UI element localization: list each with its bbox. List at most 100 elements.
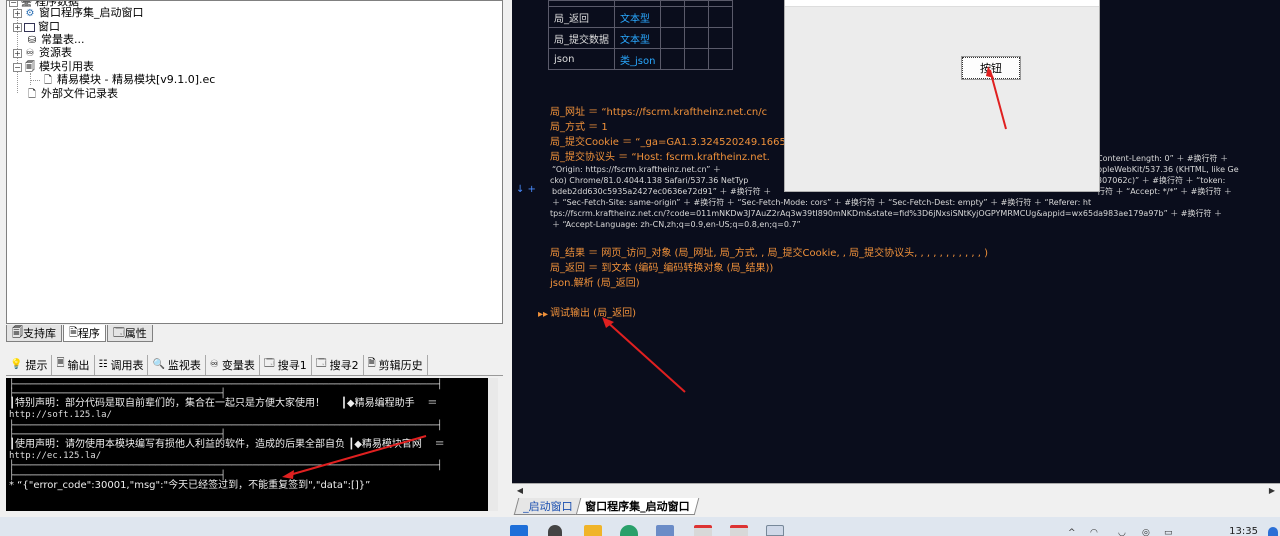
- table-row[interactable]: 局_返回 文本型: [548, 6, 734, 28]
- code-line[interactable]: 局_网址 ＝ “https://fscrm.kraftheinz.net.cn/…: [550, 107, 767, 118]
- collapse-icon[interactable]: −: [13, 62, 22, 72]
- code-line[interactable]: 局_结果 ＝ 网页_访问_对象 (局_网址, 局_方式, , 局_提交Cooki…: [550, 248, 988, 259]
- tray-volume-icon[interactable]: ◡: [1118, 528, 1126, 536]
- tab-label: 属性: [124, 327, 147, 340]
- tab-call-table[interactable]: ☷ 调用表: [95, 354, 149, 375]
- notification-icon[interactable]: [1268, 527, 1278, 536]
- tray-wifi-icon[interactable]: ◎: [1142, 528, 1150, 536]
- tab-label: 程序: [77, 327, 100, 340]
- code-line[interactable]: tps://fscrm.kraftheinz.net.cn/?code=011m…: [550, 208, 1222, 219]
- console-result: * “{"error_code":30001,"msg":"今天已经签过到，不能…: [9, 480, 371, 491]
- console-scrollbar[interactable]: [488, 378, 498, 511]
- editor-tabs: _启动窗口 窗口程序集_启动窗口: [512, 498, 1280, 516]
- button-control[interactable]: 按钮: [961, 56, 1021, 80]
- code-line[interactable]: cko) Chrome/81.0.4044.138 Safari/537.36 …: [550, 175, 748, 186]
- tab-label: 窗口程序集_启动窗口: [584, 500, 690, 513]
- external-files-icon: 🗋: [27, 88, 37, 100]
- tree-item-window-assembly[interactable]: + ⚙ 窗口程序集_启动窗口: [13, 6, 144, 20]
- tab-label: 监视表: [167, 358, 201, 372]
- table-row[interactable]: json 类_json: [548, 48, 734, 70]
- tab-output[interactable]: 🗏 输出: [52, 354, 95, 375]
- watch-icon: 🔍: [152, 359, 165, 370]
- tab-program[interactable]: 🗎 程序: [63, 325, 106, 342]
- scroll-left-icon[interactable]: ◀: [514, 485, 526, 496]
- tree-item-module-file[interactable]: 🗋 精易模块 - 精易模块[v9.1.0].ec: [42, 73, 215, 87]
- code-line[interactable]: Content-Length: 0” ＋ #换行符 ＋: [1097, 153, 1228, 164]
- ide-icon[interactable]: [766, 525, 784, 536]
- windows-start-icon[interactable]: [510, 525, 528, 536]
- library-tabs: 🗐 支持库 🗎 程序 🗔 属性: [6, 325, 154, 343]
- var-name: 局_提交数据: [548, 27, 615, 49]
- search-icon[interactable]: [548, 525, 562, 536]
- tab-label: 提示: [25, 358, 48, 372]
- tab-search2[interactable]: 🗔 搜寻2: [312, 354, 364, 375]
- tab-properties[interactable]: 🗔 属性: [106, 325, 153, 342]
- tree-item-external-files[interactable]: 🗋 外部文件记录表: [26, 87, 118, 101]
- output-console[interactable]: ├───────────────────────────────────────…: [6, 378, 498, 511]
- code-line[interactable]: ＋ “Sec-Fetch-Site: same-origin” ＋ #换行符 ＋…: [552, 197, 1091, 208]
- expand-icon[interactable]: +: [13, 8, 22, 18]
- tree-item-label: 资源表: [39, 46, 72, 59]
- code-line[interactable]: ＋ “Accept-Language: zh-CN,zh;q=0.9,en-US…: [552, 219, 801, 230]
- code-line[interactable]: 局_提交协议头 ＝ “Host: fscrm.kraftheinz.net.: [550, 152, 770, 163]
- program-tree: − 🖥 程序数据 + ⚙ 窗口程序集_启动窗口 + 窗口 ⛁ 常量表... + …: [6, 0, 503, 324]
- tab-start-window[interactable]: _启动窗口: [513, 498, 582, 515]
- tab-clip-history[interactable]: 🗎 剪辑历史: [364, 354, 428, 375]
- document-icon[interactable]: [694, 525, 712, 536]
- tab-watch[interactable]: 🔍 监视表: [148, 354, 206, 375]
- tab-label: 调用表: [110, 358, 144, 372]
- var-name: 局_返回: [548, 6, 615, 28]
- tab-hint[interactable]: 💡 提示: [6, 354, 53, 375]
- expand-icon[interactable]: +: [13, 48, 22, 58]
- code-line[interactable]: 调试输出 (局_返回): [550, 308, 636, 319]
- tab-search1[interactable]: 🗔 搜寻1: [260, 354, 312, 375]
- console-border: ├───────────────────────────────────────…: [9, 461, 443, 471]
- console-notice: ┃特别声明：部分代码是取自前辈们的，集合在一起只是方便大家使用！ ┃◆精易编程助…: [9, 398, 438, 409]
- code-line[interactable]: json.解析 (局_返回): [550, 278, 640, 289]
- var-type: 类_json: [613, 48, 662, 70]
- tab-label: 支持库: [23, 327, 56, 340]
- tree-item-constants[interactable]: ⛁ 常量表...: [26, 33, 85, 47]
- tray-battery-icon[interactable]: ▭: [1164, 528, 1173, 536]
- document-icon[interactable]: [730, 525, 748, 536]
- tab-label: _启动窗口: [523, 500, 573, 513]
- tree-item-module-ref[interactable]: − 🗐 模块引用表: [13, 60, 94, 74]
- code-line[interactable]: “Origin: https://fscrm.kraftheinz.net.cn…: [552, 164, 721, 175]
- tab-library[interactable]: 🗐 支持库: [6, 325, 62, 342]
- window-icon: [24, 22, 35, 32]
- table-row[interactable]: 局_提交数据 文本型: [548, 27, 734, 49]
- search1-icon: 🗔: [263, 358, 275, 369]
- call-table-icon: ☷: [98, 359, 108, 370]
- code-line[interactable]: ppleWebKit/537.36 (KHTML, like Ge: [1097, 164, 1239, 175]
- var-name: json: [548, 48, 615, 70]
- constants-icon: ⛁: [27, 34, 37, 46]
- browser-icon[interactable]: [620, 525, 638, 536]
- tree-item-label: 精易模块 - 精易模块[v9.1.0].ec: [57, 73, 216, 86]
- tray-chevron-icon[interactable]: ^: [1068, 528, 1076, 536]
- taskbar: ^ ◠ ◡ ◎ ▭ 13:35: [0, 517, 1280, 536]
- tab-label: 搜寻1: [277, 358, 307, 372]
- search2-icon: 🗔: [315, 358, 327, 369]
- code-line[interactable]: 行符 ＋ “Accept: */*” ＋ #换行符 ＋: [1097, 186, 1232, 197]
- code-line[interactable]: 局_提交Cookie ＝ “_ga=GA1.3.324520249.166507…: [550, 137, 811, 148]
- code-line[interactable]: 307062c)” ＋ #换行符 ＋ “token:: [1097, 175, 1225, 186]
- expand-icon[interactable]: +: [13, 22, 22, 32]
- clock[interactable]: 13:35: [1229, 526, 1258, 536]
- tray-network-icon[interactable]: ◠: [1090, 528, 1098, 536]
- tab-label: 变量表: [221, 358, 255, 372]
- code-line[interactable]: 局_返回 ＝ 到文本 (编码_编码转换对象 (局_结果)): [550, 263, 773, 274]
- breakpoint-marker-icon[interactable]: ↓ +: [516, 184, 536, 195]
- tab-label: 输出: [67, 358, 90, 372]
- tab-window-assembly[interactable]: 窗口程序集_启动窗口: [575, 498, 699, 515]
- window-assembly-icon: ⚙: [25, 7, 35, 19]
- app-icon[interactable]: [656, 525, 674, 536]
- scroll-right-icon[interactable]: ▶: [1266, 485, 1278, 496]
- tab-variables[interactable]: ♾ 变量表: [206, 354, 260, 375]
- code-line[interactable]: 局_方式 ＝ 1: [550, 122, 608, 133]
- editor-hscrollbar[interactable]: ◀ ▶: [512, 483, 1280, 497]
- tree-item-label: 常量表...: [41, 33, 85, 46]
- tree-item-window[interactable]: + 窗口: [13, 20, 60, 34]
- code-line[interactable]: bdeb2dd630c5935a2427ec0636e72d91” ＋ #换行符…: [552, 186, 771, 197]
- tree-item-resources[interactable]: + ♾ 资源表: [13, 46, 72, 60]
- file-explorer-icon[interactable]: [584, 525, 602, 536]
